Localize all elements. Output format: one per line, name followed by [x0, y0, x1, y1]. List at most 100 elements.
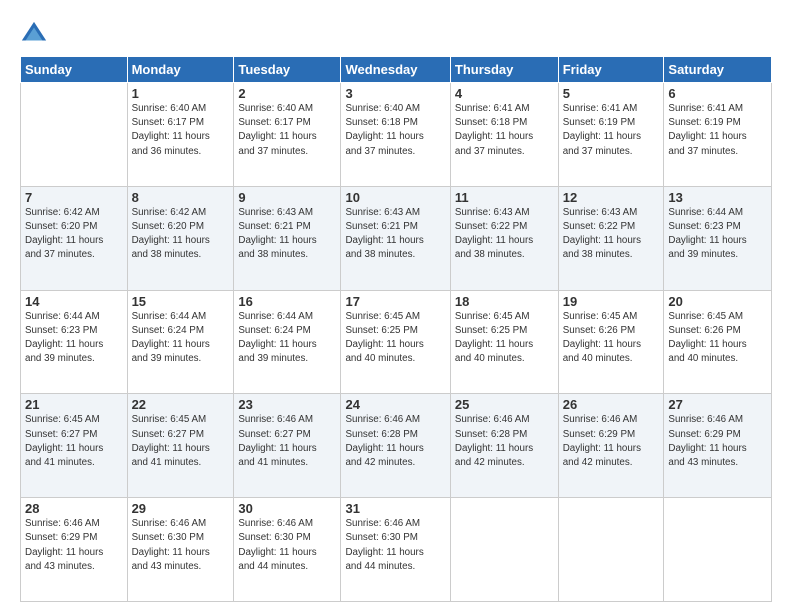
calendar-cell: 24Sunrise: 6:46 AM Sunset: 6:28 PM Dayli… — [341, 394, 450, 498]
day-info: Sunrise: 6:43 AM Sunset: 6:22 PM Dayligh… — [563, 206, 660, 263]
day-info: Sunrise: 6:45 AM Sunset: 6:26 PM Dayligh… — [563, 310, 660, 367]
calendar-cell: 2Sunrise: 6:40 AM Sunset: 6:17 PM Daylig… — [234, 83, 341, 187]
day-info: Sunrise: 6:45 AM Sunset: 6:25 PM Dayligh… — [345, 310, 445, 367]
day-number: 26 — [563, 397, 660, 412]
day-info: Sunrise: 6:43 AM Sunset: 6:21 PM Dayligh… — [345, 206, 445, 263]
page: SundayMondayTuesdayWednesdayThursdayFrid… — [0, 0, 792, 612]
calendar-cell: 4Sunrise: 6:41 AM Sunset: 6:18 PM Daylig… — [450, 83, 558, 187]
calendar-cell: 14Sunrise: 6:44 AM Sunset: 6:23 PM Dayli… — [21, 290, 128, 394]
day-number: 3 — [345, 86, 445, 101]
calendar-cell: 12Sunrise: 6:43 AM Sunset: 6:22 PM Dayli… — [558, 186, 664, 290]
day-info: Sunrise: 6:44 AM Sunset: 6:24 PM Dayligh… — [132, 310, 230, 367]
calendar-cell: 9Sunrise: 6:43 AM Sunset: 6:21 PM Daylig… — [234, 186, 341, 290]
day-info: Sunrise: 6:45 AM Sunset: 6:25 PM Dayligh… — [455, 310, 554, 367]
calendar-cell — [21, 83, 128, 187]
calendar-cell: 22Sunrise: 6:45 AM Sunset: 6:27 PM Dayli… — [127, 394, 234, 498]
weekday-header-friday: Friday — [558, 57, 664, 83]
day-info: Sunrise: 6:40 AM Sunset: 6:17 PM Dayligh… — [238, 102, 336, 159]
logo-icon — [20, 20, 48, 48]
calendar-cell: 6Sunrise: 6:41 AM Sunset: 6:19 PM Daylig… — [664, 83, 772, 187]
calendar-cell: 21Sunrise: 6:45 AM Sunset: 6:27 PM Dayli… — [21, 394, 128, 498]
day-number: 20 — [668, 294, 767, 309]
calendar-cell: 28Sunrise: 6:46 AM Sunset: 6:29 PM Dayli… — [21, 498, 128, 602]
day-number: 29 — [132, 501, 230, 516]
weekday-header-saturday: Saturday — [664, 57, 772, 83]
weekday-header-monday: Monday — [127, 57, 234, 83]
logo — [20, 18, 50, 48]
day-info: Sunrise: 6:42 AM Sunset: 6:20 PM Dayligh… — [25, 206, 123, 263]
day-info: Sunrise: 6:46 AM Sunset: 6:28 PM Dayligh… — [455, 413, 554, 470]
day-number: 10 — [345, 190, 445, 205]
day-info: Sunrise: 6:46 AM Sunset: 6:29 PM Dayligh… — [668, 413, 767, 470]
header — [20, 18, 772, 48]
day-number: 15 — [132, 294, 230, 309]
calendar-cell: 15Sunrise: 6:44 AM Sunset: 6:24 PM Dayli… — [127, 290, 234, 394]
day-info: Sunrise: 6:46 AM Sunset: 6:30 PM Dayligh… — [345, 517, 445, 574]
day-number: 19 — [563, 294, 660, 309]
calendar-cell: 10Sunrise: 6:43 AM Sunset: 6:21 PM Dayli… — [341, 186, 450, 290]
week-row-2: 7Sunrise: 6:42 AM Sunset: 6:20 PM Daylig… — [21, 186, 772, 290]
day-info: Sunrise: 6:45 AM Sunset: 6:27 PM Dayligh… — [132, 413, 230, 470]
week-row-3: 14Sunrise: 6:44 AM Sunset: 6:23 PM Dayli… — [21, 290, 772, 394]
day-info: Sunrise: 6:40 AM Sunset: 6:18 PM Dayligh… — [345, 102, 445, 159]
calendar-cell: 13Sunrise: 6:44 AM Sunset: 6:23 PM Dayli… — [664, 186, 772, 290]
calendar-cell: 31Sunrise: 6:46 AM Sunset: 6:30 PM Dayli… — [341, 498, 450, 602]
day-number: 18 — [455, 294, 554, 309]
day-info: Sunrise: 6:43 AM Sunset: 6:22 PM Dayligh… — [455, 206, 554, 263]
day-number: 2 — [238, 86, 336, 101]
week-row-4: 21Sunrise: 6:45 AM Sunset: 6:27 PM Dayli… — [21, 394, 772, 498]
day-number: 23 — [238, 397, 336, 412]
weekday-header-thursday: Thursday — [450, 57, 558, 83]
day-number: 24 — [345, 397, 445, 412]
calendar-cell: 20Sunrise: 6:45 AM Sunset: 6:26 PM Dayli… — [664, 290, 772, 394]
day-number: 31 — [345, 501, 445, 516]
calendar-cell: 23Sunrise: 6:46 AM Sunset: 6:27 PM Dayli… — [234, 394, 341, 498]
day-info: Sunrise: 6:41 AM Sunset: 6:19 PM Dayligh… — [563, 102, 660, 159]
day-number: 30 — [238, 501, 336, 516]
calendar-cell: 7Sunrise: 6:42 AM Sunset: 6:20 PM Daylig… — [21, 186, 128, 290]
calendar-cell: 8Sunrise: 6:42 AM Sunset: 6:20 PM Daylig… — [127, 186, 234, 290]
day-info: Sunrise: 6:45 AM Sunset: 6:27 PM Dayligh… — [25, 413, 123, 470]
day-info: Sunrise: 6:46 AM Sunset: 6:29 PM Dayligh… — [25, 517, 123, 574]
day-info: Sunrise: 6:46 AM Sunset: 6:30 PM Dayligh… — [132, 517, 230, 574]
day-info: Sunrise: 6:46 AM Sunset: 6:27 PM Dayligh… — [238, 413, 336, 470]
day-number: 16 — [238, 294, 336, 309]
weekday-header-tuesday: Tuesday — [234, 57, 341, 83]
day-info: Sunrise: 6:41 AM Sunset: 6:19 PM Dayligh… — [668, 102, 767, 159]
day-number: 27 — [668, 397, 767, 412]
week-row-5: 28Sunrise: 6:46 AM Sunset: 6:29 PM Dayli… — [21, 498, 772, 602]
day-info: Sunrise: 6:44 AM Sunset: 6:24 PM Dayligh… — [238, 310, 336, 367]
day-number: 1 — [132, 86, 230, 101]
calendar-cell: 5Sunrise: 6:41 AM Sunset: 6:19 PM Daylig… — [558, 83, 664, 187]
calendar-cell: 11Sunrise: 6:43 AM Sunset: 6:22 PM Dayli… — [450, 186, 558, 290]
day-number: 9 — [238, 190, 336, 205]
weekday-header-wednesday: Wednesday — [341, 57, 450, 83]
weekday-header-row: SundayMondayTuesdayWednesdayThursdayFrid… — [21, 57, 772, 83]
day-number: 7 — [25, 190, 123, 205]
day-number: 12 — [563, 190, 660, 205]
day-info: Sunrise: 6:44 AM Sunset: 6:23 PM Dayligh… — [668, 206, 767, 263]
calendar-cell: 29Sunrise: 6:46 AM Sunset: 6:30 PM Dayli… — [127, 498, 234, 602]
calendar-cell — [450, 498, 558, 602]
day-info: Sunrise: 6:46 AM Sunset: 6:30 PM Dayligh… — [238, 517, 336, 574]
calendar-cell: 1Sunrise: 6:40 AM Sunset: 6:17 PM Daylig… — [127, 83, 234, 187]
day-number: 14 — [25, 294, 123, 309]
calendar-cell: 26Sunrise: 6:46 AM Sunset: 6:29 PM Dayli… — [558, 394, 664, 498]
day-number: 13 — [668, 190, 767, 205]
day-number: 28 — [25, 501, 123, 516]
day-info: Sunrise: 6:40 AM Sunset: 6:17 PM Dayligh… — [132, 102, 230, 159]
day-info: Sunrise: 6:43 AM Sunset: 6:21 PM Dayligh… — [238, 206, 336, 263]
calendar-cell: 17Sunrise: 6:45 AM Sunset: 6:25 PM Dayli… — [341, 290, 450, 394]
calendar-cell: 18Sunrise: 6:45 AM Sunset: 6:25 PM Dayli… — [450, 290, 558, 394]
day-number: 21 — [25, 397, 123, 412]
day-number: 5 — [563, 86, 660, 101]
day-number: 11 — [455, 190, 554, 205]
calendar-cell — [664, 498, 772, 602]
week-row-1: 1Sunrise: 6:40 AM Sunset: 6:17 PM Daylig… — [21, 83, 772, 187]
calendar-cell: 3Sunrise: 6:40 AM Sunset: 6:18 PM Daylig… — [341, 83, 450, 187]
day-number: 22 — [132, 397, 230, 412]
day-info: Sunrise: 6:42 AM Sunset: 6:20 PM Dayligh… — [132, 206, 230, 263]
calendar-cell: 30Sunrise: 6:46 AM Sunset: 6:30 PM Dayli… — [234, 498, 341, 602]
day-number: 6 — [668, 86, 767, 101]
calendar-cell — [558, 498, 664, 602]
